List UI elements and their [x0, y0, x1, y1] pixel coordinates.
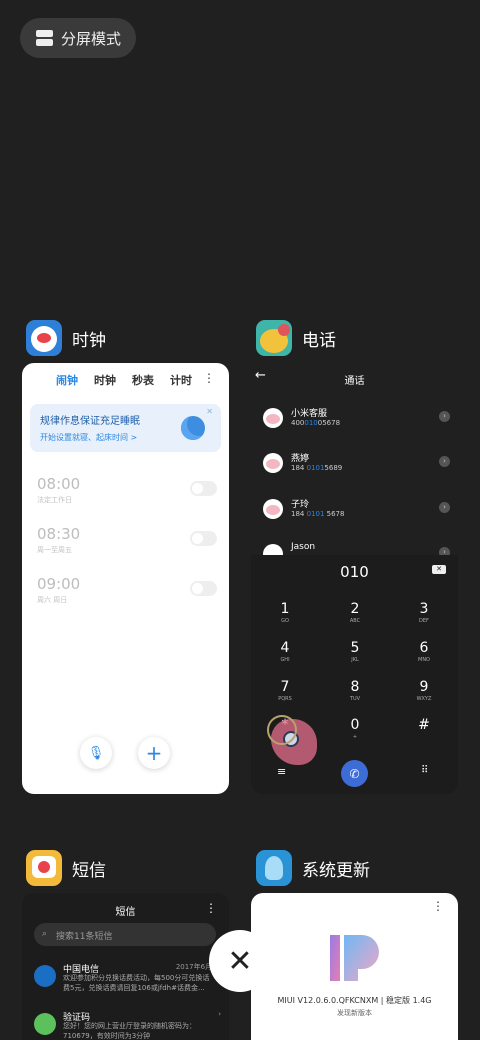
chevron-right-icon: ›	[218, 1010, 221, 1018]
sms-search-placeholder: 搜索11条短信	[56, 932, 113, 942]
tab-timer[interactable]: 计时	[170, 372, 192, 388]
microphone-icon: 🎙	[87, 745, 105, 761]
dial-key-5[interactable]: 5 JKL	[335, 640, 375, 663]
update-app-card[interactable]: ⋮ MIUI V12.0.6.0.QFKCNXM | 稳定版 1.4G 发现新版…	[251, 893, 458, 1040]
sms-thread[interactable]: 验证码 › 您好！您的网上营业厅登录的随机密码为：710679，有效时间为3分钟	[34, 1007, 221, 1040]
cow-avatar-icon	[263, 499, 283, 519]
sms-app-icon	[26, 850, 62, 886]
alarm-item[interactable]: 08:00 法定工作日	[37, 475, 217, 505]
sms-preview: 欢迎参加积分兑换话费活动，每500分可兑换话费5元，兑换话费请回复106或jfd…	[63, 974, 210, 992]
close-icon[interactable]: ✕	[206, 407, 213, 416]
alarm-label: 周六 周日	[37, 596, 68, 604]
dial-key-7[interactable]: 7 PQRS	[265, 679, 305, 702]
split-screen-icon	[36, 30, 53, 46]
phone-icon: ✆	[349, 766, 360, 781]
split-screen-button[interactable]: 分屏模式	[20, 18, 136, 58]
more-icon[interactable]: ⋮	[432, 899, 444, 913]
alarm-toggle[interactable]	[190, 481, 217, 496]
contact-number: 40001005678	[291, 419, 341, 427]
contact-number: 184 01015689	[291, 464, 343, 472]
alarm-label: 周一至周五	[37, 546, 72, 554]
dial-key-1[interactable]: 1 GO	[265, 601, 305, 624]
contact-row[interactable]: 燕婷 184 01015689 ›	[263, 448, 450, 478]
back-arrow-icon[interactable]: ←	[255, 368, 266, 383]
dialpad-icon[interactable]: ⠿	[421, 765, 428, 776]
contact-name: 燕婷	[291, 454, 310, 464]
update-subtitle: 发现新版本	[337, 1009, 372, 1017]
cow-avatar-icon	[263, 408, 283, 428]
sms-app-name: 短信	[72, 860, 106, 881]
clock-app-icon	[26, 320, 62, 356]
phone-header: ← 通话	[251, 363, 458, 393]
dialpad: 010 ✕ 1 GO 2 ABC 3 DEF 4 GHI 5 JKL 6 MNO 7 PQRS…	[251, 555, 458, 794]
more-icon[interactable]: ⋮	[205, 901, 217, 915]
phone-header-title: 通话	[344, 376, 365, 387]
more-icon[interactable]: ⋮	[203, 371, 215, 385]
dial-display: 010	[340, 563, 369, 581]
dial-key-4[interactable]: 4 GHI	[265, 640, 305, 663]
alarm-label: 法定工作日	[37, 496, 72, 504]
contact-name: 小米客服	[291, 409, 328, 419]
clock-app-card[interactable]: 闹钟 时钟 秒表 计时 ⋮ 规律作息保证充足睡眠 开始设置就寝、起床时间 > ✕…	[22, 363, 229, 794]
miui12-logo-icon	[328, 931, 382, 985]
sms-app-card[interactable]: 短信 ⋮ ⌕ 搜索11条短信 中国电信 2017年6月30 欢迎参加积分兑换话费…	[22, 893, 229, 1040]
update-app-header[interactable]: 系统更新	[256, 850, 370, 886]
sms-search-input[interactable]: ⌕ 搜索11条短信	[34, 923, 216, 946]
dial-key-hash[interactable]: #	[404, 717, 444, 734]
chevron-right-icon[interactable]: ›	[439, 411, 450, 422]
update-version: MIUI V12.0.6.0.QFKCNXM | 稳定版 1.4G	[277, 996, 432, 1005]
alarm-toggle[interactable]	[190, 531, 217, 546]
moon-icon	[181, 416, 205, 440]
alarm-item[interactable]: 09:00 周六 周日	[37, 575, 217, 605]
update-app-name: 系统更新	[302, 860, 370, 881]
sms-app-header[interactable]: 短信	[26, 850, 106, 886]
phone-app-card[interactable]: ← 通话 小米客服 40001005678 › 燕婷 184 01015689 …	[251, 363, 458, 794]
tab-stopwatch[interactable]: 秒表	[132, 372, 154, 388]
sleep-banner[interactable]: 规律作息保证充足睡眠 开始设置就寝、起床时间 > ✕	[30, 404, 221, 452]
mascot-sticker	[265, 715, 323, 773]
dial-key-8[interactable]: 8 TUV	[335, 679, 375, 702]
dial-key-2[interactable]: 2 ABC	[335, 601, 375, 624]
plus-icon: +	[145, 741, 163, 765]
dial-key-3[interactable]: 3 DEF	[404, 601, 444, 624]
contact-number: 184 0101 5678	[291, 510, 345, 518]
call-button[interactable]: ✆	[341, 760, 368, 787]
voice-alarm-button[interactable]: 🎙	[80, 737, 112, 769]
close-icon: ✕	[227, 943, 253, 979]
verification-avatar-icon	[34, 1013, 56, 1035]
phone-app-header[interactable]: 电话	[256, 320, 336, 356]
contact-row[interactable]: 子玲 184 0101 5678 ›	[263, 494, 450, 524]
sms-thread[interactable]: 中国电信 2017年6月30 欢迎参加积分兑换话费活动，每500分可兑换话费5元…	[34, 959, 221, 1003]
sms-header-title: 短信	[115, 907, 136, 918]
contact-name: Jason	[291, 542, 316, 552]
tab-clock[interactable]: 时钟	[94, 372, 116, 388]
update-app-icon	[256, 850, 292, 886]
clock-app-header[interactable]: 时钟	[26, 320, 106, 356]
china-telecom-avatar-icon	[34, 965, 56, 987]
chevron-right-icon[interactable]: ›	[439, 456, 450, 467]
dial-key-0[interactable]: 0 +	[335, 717, 375, 740]
alarm-toggle[interactable]	[190, 581, 217, 596]
search-icon: ⌕	[42, 929, 48, 939]
chevron-right-icon[interactable]: ›	[439, 502, 450, 513]
split-screen-label: 分屏模式	[61, 29, 122, 48]
clock-tabs: 闹钟 时钟 秒表 计时	[22, 363, 229, 388]
contact-name: 子玲	[291, 500, 310, 510]
clock-app-name: 时钟	[72, 330, 106, 351]
dial-key-9[interactable]: 9 WXYZ	[404, 679, 444, 702]
clear-all-button[interactable]: ✕	[209, 930, 271, 992]
backspace-icon[interactable]: ✕	[432, 565, 446, 574]
phone-app-icon	[256, 320, 292, 356]
alarm-item[interactable]: 08:30 周一至周五	[37, 525, 217, 555]
phone-app-name: 电话	[302, 330, 336, 351]
dial-key-6[interactable]: 6 MNO	[404, 640, 444, 663]
cow-avatar-icon	[263, 453, 283, 473]
add-alarm-button[interactable]: +	[138, 737, 170, 769]
sms-preview: 您好！您的网上营业厅登录的随机密码为：710679，有效时间为3分钟	[63, 1022, 196, 1040]
contact-row[interactable]: 小米客服 40001005678 ›	[263, 403, 450, 433]
tab-alarm[interactable]: 闹钟	[56, 372, 78, 388]
